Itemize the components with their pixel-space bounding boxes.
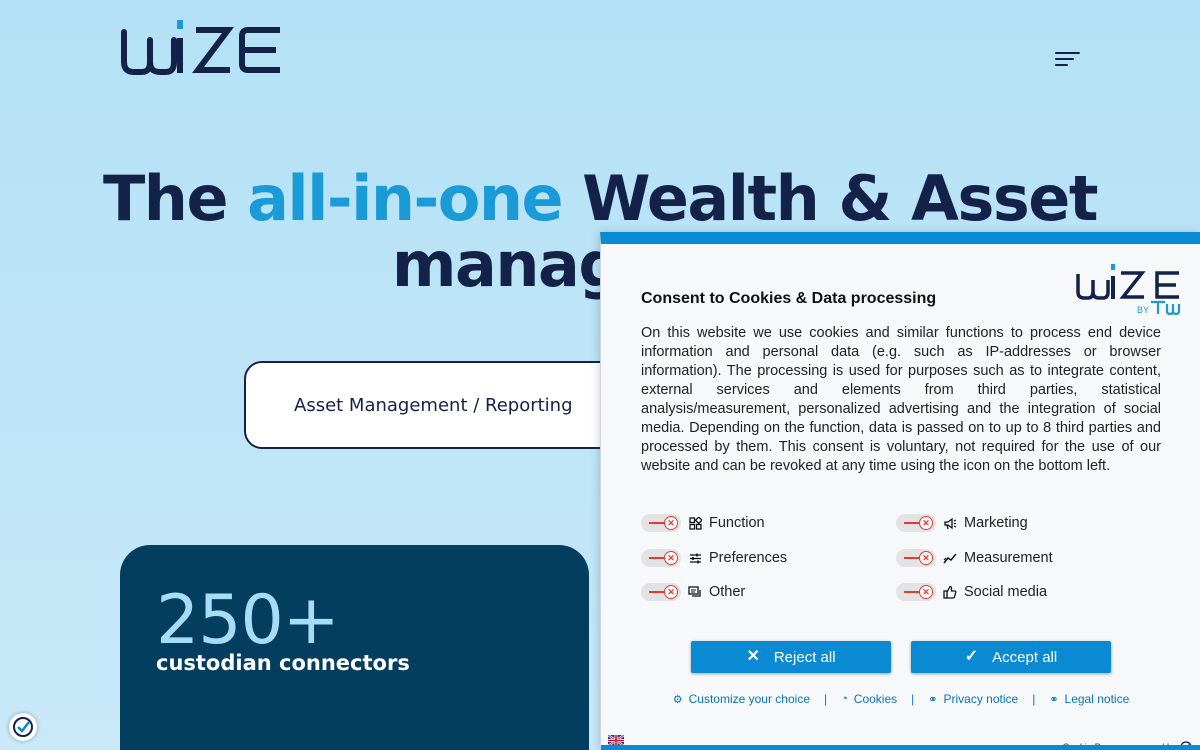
toggle-switch[interactable]: ✕	[896, 514, 936, 532]
x-icon: ✕	[664, 585, 678, 599]
consent-title: Consent to Cookies & Data processing	[641, 290, 937, 307]
toggle-label: Preferences	[709, 550, 788, 566]
x-icon: ✕	[919, 551, 933, 565]
toggle-function[interactable]: ✕ Function	[641, 513, 765, 533]
x-icon: ✕	[919, 516, 933, 530]
consent-links: ⚙ Customize your choice | ◔ Cookies | ⚭ Pri…	[601, 692, 1200, 706]
cookie-settings-button[interactable]	[9, 713, 37, 741]
reject-all-button[interactable]: ✕ Reject all	[691, 641, 891, 673]
privacy-link-text: Privacy notice	[943, 692, 1019, 706]
megaphone-icon	[942, 515, 958, 531]
tab-asset-management[interactable]: Asset Management / Reporting	[244, 361, 644, 449]
cookies-link-text: Cookies	[853, 692, 898, 706]
menu-line	[1055, 64, 1068, 66]
wize-logo[interactable]	[120, 18, 284, 76]
hero-title-part2: Wealth & Asset	[562, 162, 1098, 235]
toggle-social-media[interactable]: ✕ Social media	[896, 582, 1047, 602]
x-icon: ✕	[664, 551, 678, 565]
accept-all-button[interactable]: ✓ Accept all	[911, 641, 1111, 673]
menu-line	[1055, 58, 1074, 60]
toggle-preferences[interactable]: ✕ Preferences	[641, 548, 787, 568]
toggle-label: Measurement	[964, 550, 1053, 566]
chat-bubbles-icon	[687, 584, 703, 600]
link-icon: ⚭	[928, 693, 938, 706]
sliders-icon	[687, 550, 703, 566]
consent-dialog: BY Consent to Cookies & Data processing …	[600, 232, 1200, 750]
toggle-label: Function	[709, 515, 765, 531]
cookie-check-icon	[13, 717, 33, 737]
toggle-label: Social media	[964, 584, 1048, 600]
toggle-switch[interactable]: ✕	[641, 549, 681, 567]
customize-choice-link[interactable]: ⚙ Customize your choice	[673, 692, 810, 706]
consent-body: On this website we use cookies and simil…	[641, 325, 1161, 474]
toggle-switch[interactable]: ✕	[641, 583, 681, 601]
link-icon: ⚭	[1049, 693, 1059, 706]
hero-title-accent: all-in-one	[247, 162, 563, 235]
customize-link-text: Customize your choice	[688, 692, 810, 706]
toggle-other[interactable]: ✕ Other	[641, 582, 745, 602]
link-separator: |	[1032, 692, 1036, 706]
thumbs-up-icon	[942, 584, 958, 600]
toggle-measurement[interactable]: ✕ Measurement	[896, 548, 1053, 568]
accept-all-label: Accept all	[992, 648, 1058, 666]
hamburger-menu-icon[interactable]	[1055, 50, 1081, 68]
chart-line-icon	[942, 550, 958, 566]
function-grid-icon	[687, 515, 703, 531]
stat-number: 250+	[156, 581, 340, 660]
toggle-label: Marketing	[964, 515, 1028, 531]
close-icon: ✕	[746, 648, 760, 665]
stat-label: custodian connectors	[156, 651, 410, 675]
legal-notice-link[interactable]: ⚭ Legal notice	[1049, 692, 1129, 706]
hero-title-part1: The	[103, 162, 248, 235]
x-icon: ✕	[919, 585, 933, 599]
cookies-link[interactable]: ◔ Cookies	[841, 692, 897, 706]
toggle-switch[interactable]: ✕	[896, 583, 936, 601]
toggle-label: Other	[709, 584, 746, 600]
x-icon: ✕	[664, 516, 678, 530]
link-separator: |	[824, 692, 828, 706]
wize-by-tw-logo: BY	[1076, 264, 1181, 316]
consent-bottom-bar	[601, 745, 1200, 750]
cookie-icon: ◔	[841, 693, 848, 705]
menu-line	[1055, 52, 1080, 54]
stat-card: 250+ custodian connectors	[120, 545, 589, 750]
gear-icon: ⚙	[672, 693, 683, 706]
tab-label: Asset Management / Reporting	[294, 394, 573, 416]
link-separator: |	[911, 692, 915, 706]
toggle-switch[interactable]: ✕	[896, 549, 936, 567]
svg-text:BY: BY	[1137, 305, 1149, 315]
check-icon: ✓	[964, 648, 979, 665]
reject-all-label: Reject all	[773, 648, 836, 666]
toggle-marketing[interactable]: ✕ Marketing	[896, 513, 1028, 533]
privacy-notice-link[interactable]: ⚭ Privacy notice	[928, 692, 1018, 706]
legal-link-text: Legal notice	[1064, 692, 1130, 706]
toggle-switch[interactable]: ✕	[641, 514, 681, 532]
